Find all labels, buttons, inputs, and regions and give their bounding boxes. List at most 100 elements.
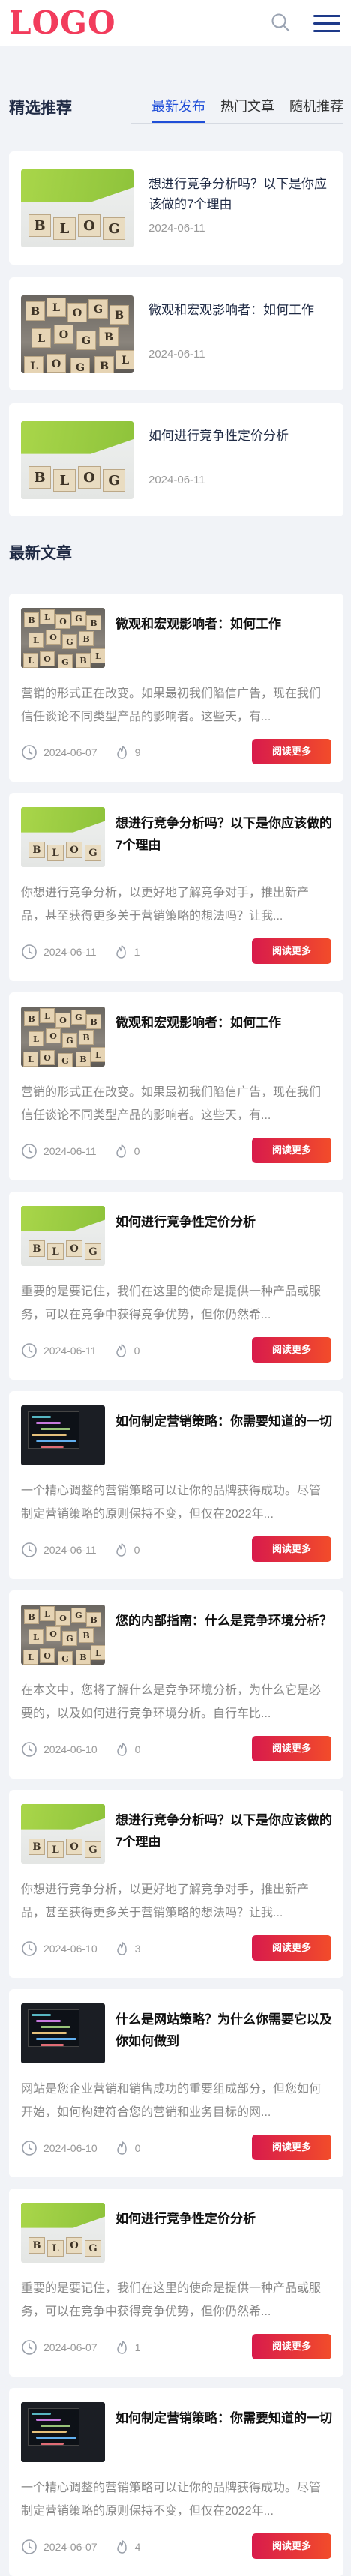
article-title[interactable]: 微观和宏观影响者：如何工作 bbox=[116, 1012, 334, 1034]
article-thumbnail[interactable]: BLOG bbox=[21, 2203, 105, 2263]
blog-cube: L bbox=[116, 350, 134, 369]
tab-random[interactable]: 随机推荐 bbox=[290, 96, 344, 123]
article-title[interactable]: 如何制定营销策略：你需要知道的一切 bbox=[116, 1411, 334, 1432]
article-thumbnail[interactable]: BLOG bbox=[21, 421, 134, 499]
article-excerpt: 在本文中，您将了解什么是竞争环境分析，为什么它是必要的，以及如何进行竞争环境分析… bbox=[21, 1684, 322, 1720]
blog-cube: O bbox=[46, 354, 66, 373]
like-icon bbox=[116, 2341, 127, 2354]
featured-card-title[interactable]: 想进行竞争分析吗？以下是你应该做的7个理由 bbox=[148, 174, 332, 214]
code-line bbox=[40, 2044, 64, 2046]
blog-cube: L bbox=[28, 1629, 44, 1644]
article-thumbnail[interactable]: BLOGBLOGBLOGBL bbox=[21, 1007, 105, 1067]
article-title[interactable]: 微观和宏观影响者：如何工作 bbox=[116, 613, 334, 635]
featured-card-title[interactable]: 如何进行竞争性定价分析 bbox=[148, 426, 332, 446]
blog-cube: G bbox=[71, 611, 86, 626]
blog-cube: B bbox=[24, 1609, 39, 1624]
article-title[interactable]: 如何进行竞争性定价分析 bbox=[116, 2208, 334, 2230]
article-title[interactable]: 想进行竞争分析吗？以下是你应该做的7个理由 bbox=[116, 1809, 334, 1853]
green-slab bbox=[21, 2203, 105, 2228]
code-line bbox=[36, 1422, 61, 1424]
green-slab bbox=[21, 1804, 105, 1830]
article-thumbnail[interactable]: BLOGBLOGBLOGBL bbox=[21, 608, 105, 668]
article-thumbnail[interactable]: BLOG bbox=[21, 1804, 105, 1864]
article-thumbnail[interactable]: BLOG bbox=[21, 169, 134, 247]
article-excerpt: 一个精心调整的营销策略可以让你的品牌获得成功。尽管制定营销策略的原则保持不变，但… bbox=[21, 1485, 322, 1521]
code-line bbox=[36, 2020, 61, 2022]
blog-cube: G bbox=[85, 1841, 101, 1858]
featured-card[interactable]: B L O G B L O G B L O G B L 微观和宏观影响者：如何工作 2024-06-11 bbox=[9, 277, 344, 390]
blog-cube: B bbox=[86, 615, 101, 630]
article-date: 2024-06-07 bbox=[44, 746, 98, 758]
article-thumbnail[interactable]: BLOG bbox=[21, 1206, 105, 1266]
article-likes: 1 bbox=[134, 946, 140, 958]
article-title[interactable]: 什么是网站策略？为什么你需要它以及你如何做到 bbox=[116, 2009, 334, 2052]
code-line bbox=[32, 1434, 67, 1436]
read-more-button[interactable]: 阅读更多 bbox=[252, 1536, 332, 1562]
like-icon bbox=[116, 945, 126, 959]
like-icon bbox=[116, 2141, 127, 2155]
blog-cube: O bbox=[78, 214, 100, 237]
blog-cube: L bbox=[23, 1052, 38, 1067]
article-thumbnail[interactable]: BLOGBLOGBLOGBL bbox=[21, 295, 134, 373]
blog-cube: O bbox=[56, 614, 70, 629]
clock-icon bbox=[22, 2141, 37, 2156]
article-title[interactable]: 如何进行竞争性定价分析 bbox=[116, 1211, 334, 1233]
read-more-button[interactable]: 阅读更多 bbox=[252, 1935, 332, 1961]
featured-card[interactable]: B L O G 想进行竞争分析吗？以下是你应该做的7个理由 2024-06-11 bbox=[9, 151, 344, 265]
blog-cube: B bbox=[86, 1014, 101, 1029]
article-thumbnail[interactable]: BLOGBLOGBLOGBL bbox=[21, 1605, 105, 1665]
latest-title: 最新文章 bbox=[9, 545, 72, 562]
green-blocks-image: BLOG bbox=[21, 2203, 105, 2263]
blog-cube: B bbox=[28, 1240, 45, 1257]
blog-cube: B bbox=[24, 1011, 39, 1026]
featured-card[interactable]: B L O G 如何进行竞争性定价分析 2024-06-11 bbox=[9, 403, 344, 516]
logo[interactable]: LOGO bbox=[9, 4, 116, 42]
wood-blocks-image: BLOGBLOGBLOGBL bbox=[21, 1605, 105, 1665]
article-meta: 2024-06-07 4 bbox=[21, 2538, 140, 2556]
read-more-button[interactable]: 阅读更多 bbox=[252, 739, 332, 764]
blog-cube: O bbox=[46, 630, 61, 645]
like-icon bbox=[116, 1743, 127, 1756]
read-more-button[interactable]: 阅读更多 bbox=[252, 938, 332, 964]
article-meta: 2024-06-11 1 bbox=[21, 943, 140, 961]
tab-popular[interactable]: 热门文章 bbox=[220, 96, 274, 123]
article-title[interactable]: 想进行竞争分析吗？以下是你应该做的7个理由 bbox=[116, 812, 334, 856]
like-icon bbox=[116, 1543, 126, 1557]
article-likes: 4 bbox=[134, 2541, 141, 2553]
blog-cube: L bbox=[53, 217, 76, 240]
article-meta: 2024-06-11 0 bbox=[21, 1342, 140, 1360]
read-more-button[interactable]: 阅读更多 bbox=[252, 2135, 332, 2160]
blog-cube: G bbox=[62, 1631, 77, 1646]
read-more-button[interactable]: 阅读更多 bbox=[252, 2533, 332, 2559]
article-thumbnail[interactable] bbox=[21, 2402, 105, 2462]
blog-cube: G bbox=[85, 2240, 101, 2257]
blog-cube: B bbox=[79, 1030, 94, 1045]
read-more-button[interactable]: 阅读更多 bbox=[252, 1138, 332, 1163]
article-meta: 2024-06-10 3 bbox=[21, 1940, 140, 1958]
read-more-button[interactable]: 阅读更多 bbox=[252, 1736, 332, 1761]
article-thumbnail[interactable]: BLOG bbox=[21, 807, 105, 867]
blog-cube: B bbox=[94, 356, 114, 373]
article-thumbnail[interactable] bbox=[21, 1405, 105, 1465]
blog-cube: B bbox=[28, 214, 51, 237]
clock-icon bbox=[22, 745, 37, 760]
article-excerpt: 重要的是要记住，我们在这里的使命是提供一种产品或服务，可以在竞争中获得竞争优势，… bbox=[21, 2282, 322, 2318]
blog-cube: O bbox=[40, 1050, 55, 1065]
menu-icon[interactable] bbox=[314, 15, 340, 33]
article-title[interactable]: 您的内部指南：什么是竞争环境分析？ bbox=[116, 1610, 334, 1632]
blog-cube: B bbox=[28, 1839, 45, 1855]
article-likes: 9 bbox=[134, 746, 141, 758]
tab-latest[interactable]: 最新发布 bbox=[152, 96, 206, 123]
featured-card-title[interactable]: 微观和宏观影响者：如何工作 bbox=[148, 300, 332, 320]
green-blocks-image: BLOG bbox=[21, 421, 134, 499]
read-more-button[interactable]: 阅读更多 bbox=[252, 2334, 332, 2359]
blog-cube: L bbox=[40, 609, 55, 624]
wood-blocks-image: BLOGBLOGBLOGBL bbox=[21, 1007, 105, 1067]
article-thumbnail[interactable] bbox=[21, 2003, 105, 2063]
article-title[interactable]: 如何制定营销策略：你需要知道的一切 bbox=[116, 2407, 334, 2429]
article-meta: 2024-06-07 1 bbox=[21, 2338, 140, 2356]
read-more-button[interactable]: 阅读更多 bbox=[252, 1337, 332, 1363]
blog-cube: G bbox=[71, 1010, 86, 1025]
blog-cube: B bbox=[79, 1628, 94, 1643]
search-icon[interactable] bbox=[270, 12, 291, 33]
